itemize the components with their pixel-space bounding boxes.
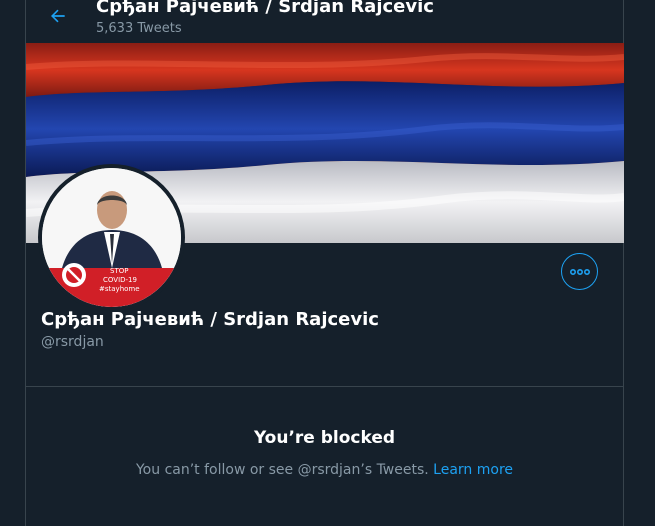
back-button[interactable] — [46, 4, 70, 28]
blocked-message: You can’t follow or see @rsrdjan’s Tweet… — [135, 462, 429, 478]
header-title: Срђан Рајчевић / Srdjan Rajcevic — [96, 0, 434, 17]
avatar-badge-line1: STOP — [110, 267, 129, 275]
profile-header: Срђан Рајчевић / Srdjan Rajcevic 5,633 T… — [26, 0, 623, 43]
avatar-image: STOP COVID-19 #stayhome — [42, 168, 181, 307]
learn-more-link[interactable]: Learn more — [433, 462, 513, 478]
avatar[interactable]: STOP COVID-19 #stayhome — [38, 164, 185, 311]
avatar-badge-line2: COVID-19 — [103, 276, 137, 284]
divider — [26, 386, 623, 387]
tweet-count: 5,633 Tweets — [96, 21, 182, 36]
blocked-title: You’re blocked — [253, 428, 396, 448]
more-dots-icon — [569, 268, 590, 275]
arrow-left-icon — [51, 9, 65, 23]
profile-name: Срђан Рајчевић / Srdjan Rajcevic — [41, 309, 379, 330]
profile-handle: @rsrdjan — [41, 334, 104, 350]
blocked-message-row: You can’t follow or see @rsrdjan’s Tweet… — [26, 462, 623, 478]
avatar-badge-line3: #stayhome — [99, 285, 140, 293]
more-options-button[interactable] — [561, 253, 598, 290]
profile-column: Срђан Рајчевић / Srdjan Rajcevic 5,633 T… — [25, 0, 624, 526]
